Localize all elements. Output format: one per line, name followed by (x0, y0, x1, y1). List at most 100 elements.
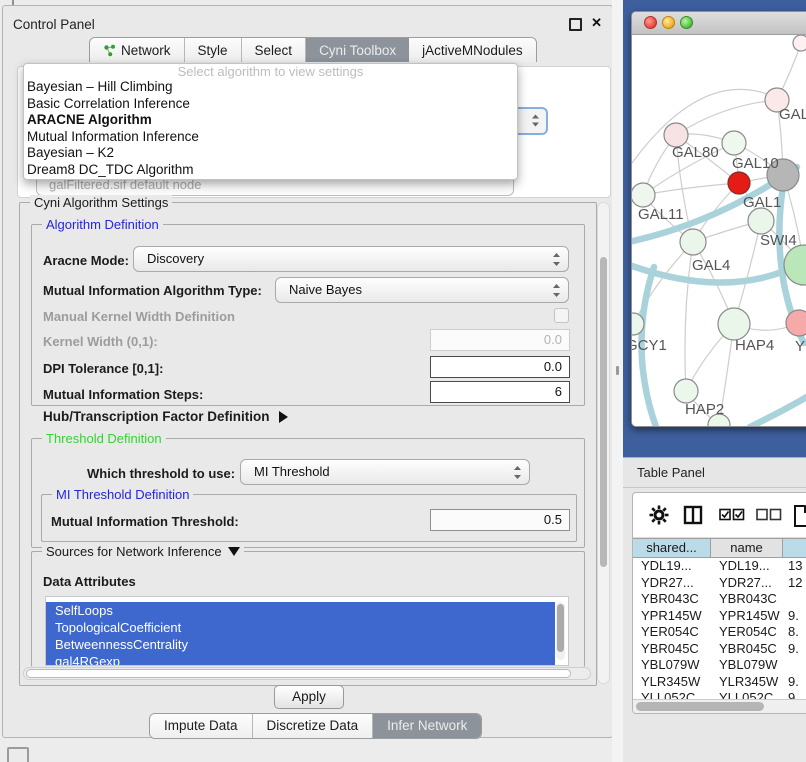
cell[interactable]: YPR145W (633, 608, 711, 625)
attribute-item-selected[interactable]: BetweennessCentrality (46, 636, 555, 653)
hub-tf-disclosure[interactable]: Hub/Transcription Factor Definition (43, 409, 288, 424)
settings-gear-icon[interactable] (649, 505, 669, 525)
dropdown-item[interactable]: Bayesian – Hill Climbing (24, 79, 517, 96)
aracne-mode-combobox[interactable]: Discovery (133, 246, 569, 272)
panel-splitter[interactable] (612, 0, 623, 762)
table-row[interactable]: YBR043CYBR043C (633, 591, 806, 608)
cell[interactable]: YLL052C (711, 690, 783, 699)
cell[interactable]: YLR345W (633, 674, 711, 691)
column-header-shared-name[interactable]: shared... (633, 539, 711, 557)
cell[interactable]: YER054C (633, 624, 711, 641)
cell[interactable]: YLR345W (711, 674, 783, 691)
cell[interactable]: YDL19... (633, 558, 711, 575)
cell[interactable]: YDL19... (711, 558, 783, 575)
minimized-panel-icon[interactable] (7, 747, 29, 762)
attribute-item-selected[interactable]: SelfLoops (46, 602, 555, 619)
tab-select[interactable]: Select (242, 38, 307, 62)
cell[interactable]: YDR27... (633, 575, 711, 592)
scrollbar-thumb[interactable] (600, 257, 607, 567)
select-all-checkboxes-icon[interactable] (719, 508, 745, 521)
cell[interactable]: 12 (783, 575, 806, 592)
close-icon[interactable]: ✕ (591, 15, 602, 31)
close-traffic-light-icon[interactable] (644, 16, 657, 29)
tab-style[interactable]: Style (185, 38, 242, 62)
list-vertical-scrollbar[interactable] (556, 602, 565, 660)
sources-disclosure[interactable]: Sources for Network Inference (42, 544, 244, 559)
cell[interactable]: YPR145W (711, 608, 783, 625)
cell[interactable]: YBR043C (633, 591, 711, 608)
cell[interactable]: YBL079W (711, 657, 783, 674)
cell[interactable]: 9. (783, 641, 806, 658)
tab-discretize-data[interactable]: Discretize Data (253, 714, 374, 738)
network-node-selected[interactable] (728, 172, 750, 194)
table-row[interactable]: YLR345WYLR345W9. (633, 674, 806, 691)
scrollbar-thumb[interactable] (26, 669, 571, 678)
kernel-width-field[interactable]: 0.0 (430, 329, 570, 351)
column-header-partial[interactable] (783, 539, 806, 557)
which-threshold-combobox[interactable]: MI Threshold (240, 459, 530, 485)
tab-cyni-toolbox[interactable]: Cyni Toolbox (306, 38, 409, 62)
scrollbar-thumb[interactable] (557, 604, 564, 652)
table-horizontal-scrollbar[interactable] (633, 699, 806, 713)
table-row[interactable]: YDL19...YDL19...13 (633, 558, 806, 575)
minimize-traffic-light-icon[interactable] (662, 16, 675, 29)
cell[interactable]: YBR043C (711, 591, 783, 608)
network-node[interactable] (784, 245, 806, 285)
settings-horizontal-scrollbar[interactable] (23, 667, 591, 680)
dpi-tolerance-field[interactable]: 0.0 (430, 356, 570, 378)
cell[interactable]: 9. (783, 608, 806, 625)
network-node[interactable] (680, 229, 706, 255)
network-window-titlebar[interactable] (632, 12, 806, 35)
dropdown-item[interactable]: Basic Correlation Inference (24, 96, 517, 113)
table-row[interactable]: YLL052CYLL052C9 (633, 690, 806, 699)
column-header-name[interactable]: name (711, 539, 783, 557)
dropdown-item[interactable]: Dream8 DC_TDC Algorithm (24, 162, 517, 179)
table-row[interactable]: YPR145WYPR145W9. (633, 608, 806, 625)
tab-network[interactable]: Network (90, 38, 185, 62)
float-window-icon[interactable] (569, 18, 582, 31)
attribute-item-selected[interactable]: gal4RGexp (46, 653, 555, 666)
cell[interactable]: 8. (783, 624, 806, 641)
tab-impute-data[interactable]: Impute Data (150, 714, 253, 738)
network-node[interactable] (793, 35, 806, 51)
apply-button[interactable]: Apply (274, 685, 344, 709)
network-node[interactable] (632, 183, 655, 207)
splitter-handle-icon[interactable] (616, 366, 619, 375)
dropdown-item-selected[interactable]: ARACNE Algorithm (24, 112, 517, 129)
cell[interactable] (783, 657, 806, 674)
mi-steps-field[interactable]: 6 (430, 381, 570, 403)
cell[interactable]: YLL052C (633, 690, 711, 699)
cell[interactable]: YBR045C (711, 641, 783, 658)
network-node[interactable] (722, 131, 746, 155)
attribute-item-selected[interactable]: TopologicalCoefficient (46, 619, 555, 636)
file-icon[interactable] (793, 505, 806, 527)
table-row[interactable]: YDR27...YDR27...12 (633, 575, 806, 592)
cell[interactable]: YBR045C (633, 641, 711, 658)
network-node[interactable] (674, 379, 698, 403)
settings-vertical-scrollbar[interactable] (597, 202, 610, 684)
cell[interactable]: 13 (783, 558, 806, 575)
column-layout-icon[interactable] (683, 505, 703, 525)
mi-type-combobox[interactable]: Naive Bayes (275, 277, 569, 303)
deselect-all-checkboxes-icon[interactable] (756, 508, 782, 521)
network-canvas[interactable]: GAL GAL80 GAL10 GAL1 GAL11 SWI4 GAL4 GCY… (632, 35, 806, 426)
table-row[interactable]: YER054CYER054C8. (633, 624, 806, 641)
cell[interactable]: 9. (783, 674, 806, 691)
cell[interactable] (783, 591, 806, 608)
table-row[interactable]: YBL079WYBL079W (633, 657, 806, 674)
manual-kernel-checkbox[interactable] (554, 308, 569, 323)
dropdown-item[interactable]: Bayesian – K2 (24, 145, 517, 162)
table-row[interactable]: YBR045CYBR045C9. (633, 641, 806, 658)
zoom-traffic-light-icon[interactable] (680, 16, 693, 29)
tab-infer-network[interactable]: Infer Network (373, 714, 481, 738)
cell[interactable]: YBL079W (633, 657, 711, 674)
network-node[interactable] (786, 310, 806, 336)
cell[interactable]: YDR27... (711, 575, 783, 592)
dropdown-item[interactable]: Mutual Information Inference (24, 129, 517, 146)
network-node[interactable] (748, 208, 774, 234)
cell[interactable]: 9 (783, 690, 806, 699)
network-node[interactable] (718, 308, 750, 340)
tab-jactivemnodules[interactable]: jActiveMNodules (409, 38, 536, 62)
scrollbar-thumb[interactable] (636, 702, 764, 711)
cell[interactable]: YER054C (711, 624, 783, 641)
